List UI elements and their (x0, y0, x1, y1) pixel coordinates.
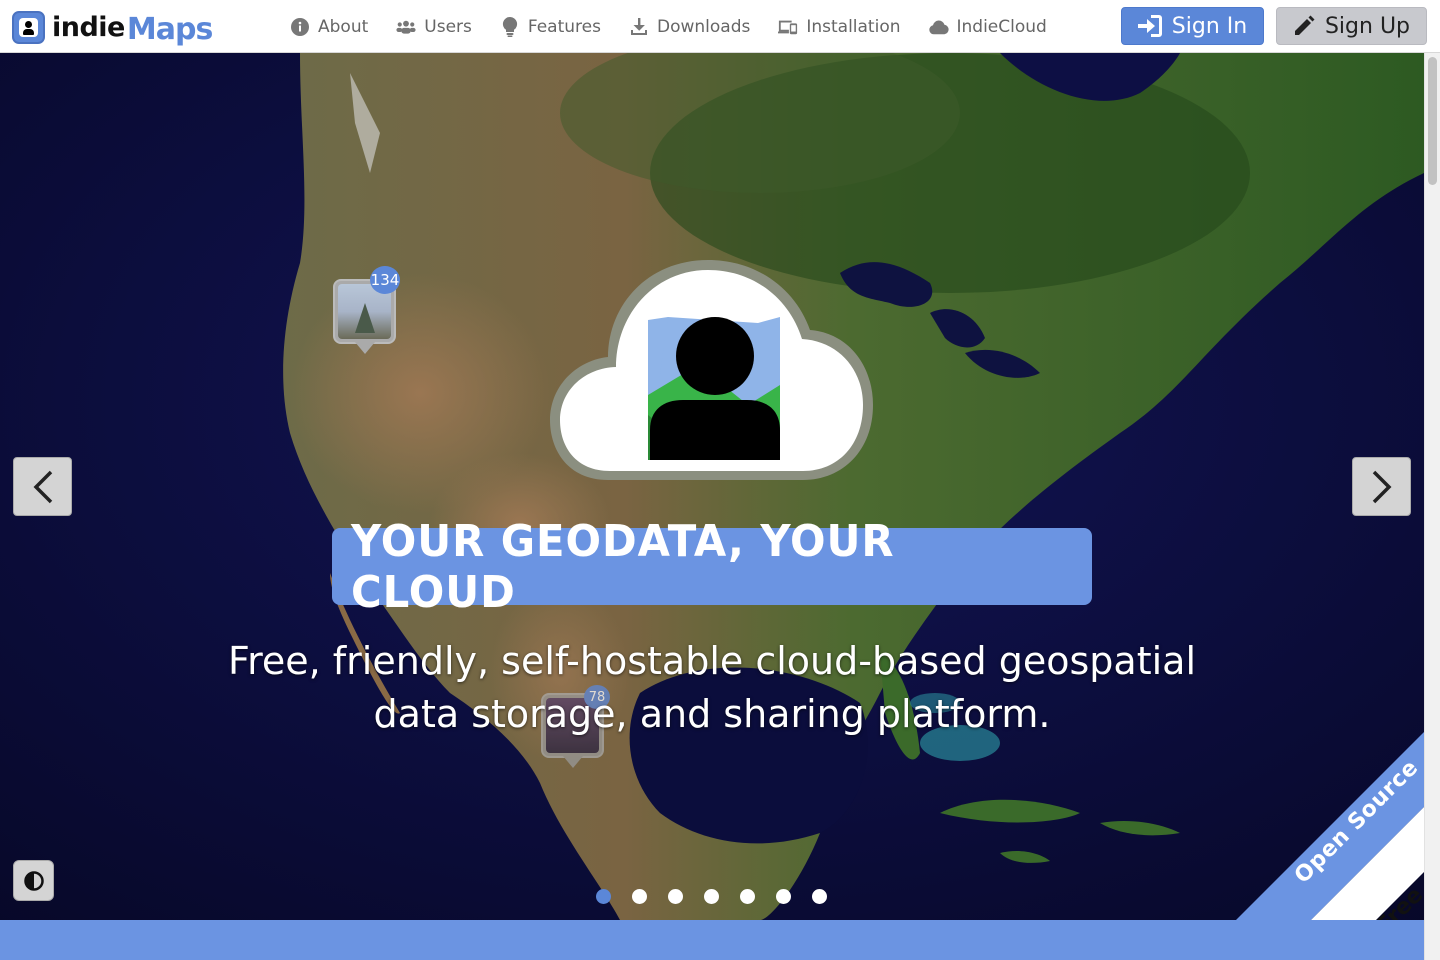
hero-subtitle-line-1: Free, friendly, self-hostable cloud-base… (228, 639, 1196, 683)
indiemaps-logo-icon (12, 10, 45, 44)
sign-up-label: Sign Up (1324, 13, 1411, 39)
nav-links: About Users Features Downloads Installat… (290, 0, 1075, 53)
nav-about[interactable]: About (290, 17, 368, 37)
nav-downloads[interactable]: Downloads (629, 17, 750, 37)
top-navbar: indie Maps About Users Features Download… (0, 0, 1440, 53)
theme-toggle-button[interactable] (13, 860, 54, 901)
contrast-icon (23, 870, 44, 891)
brand-name-part-2: Maps (126, 11, 213, 47)
pencil-icon (1294, 15, 1315, 35)
hero-carousel: 134 78 YOUR GEODATA, YOUR CLOUD Free, fr… (0, 53, 1424, 920)
marker-count-badge: 134 (370, 266, 400, 294)
carousel-indicator-7[interactable] (812, 889, 827, 904)
nav-indiecloud-label: IndieCloud (956, 16, 1047, 37)
users-icon (396, 17, 416, 37)
page-scrollbar[interactable] (1424, 53, 1440, 960)
hero-subtitle-line-2: data storage, and sharing platform. (373, 692, 1051, 736)
satellite-map-background (0, 53, 1424, 920)
sign-in-icon (1137, 15, 1162, 37)
hero-subtitle: Free, friendly, self-hostable cloud-base… (212, 635, 1212, 741)
hero-headline-banner: YOUR GEODATA, YOUR CLOUD (332, 516, 1092, 618)
nav-installation[interactable]: Installation (778, 16, 901, 37)
nav-users-label: Users (424, 16, 472, 37)
next-section-band (0, 920, 1424, 960)
nav-downloads-label: Downloads (656, 16, 751, 37)
map-photo-marker[interactable]: 134 (333, 266, 400, 361)
brand-name-part-1: indie (52, 11, 125, 43)
nav-indiecloud[interactable]: IndieCloud (928, 16, 1047, 37)
indiecloud-cloud-icon (550, 260, 873, 480)
nav-installation-label: Installation (806, 16, 901, 37)
info-circle-icon (290, 17, 310, 37)
devices-icon (778, 17, 798, 37)
corner-ribbon (1236, 732, 1424, 920)
carousel-indicator-5[interactable] (740, 889, 755, 904)
cloud-icon (928, 17, 949, 37)
carousel-indicator-6[interactable] (776, 889, 791, 904)
carousel-indicator-2[interactable] (632, 889, 647, 904)
carousel-next-button[interactable] (1352, 457, 1411, 516)
chevron-left-icon (33, 470, 52, 503)
download-icon (629, 17, 649, 37)
nav-about-label: About (318, 16, 369, 37)
sign-up-button[interactable]: Sign Up (1276, 7, 1427, 45)
carousel-indicators (596, 889, 848, 905)
sign-in-label: Sign In (1171, 13, 1248, 39)
chevron-right-icon (1372, 470, 1391, 503)
carousel-indicator-4[interactable] (704, 889, 719, 904)
sign-in-button[interactable]: Sign In (1121, 7, 1264, 45)
scrollbar-thumb[interactable] (1428, 57, 1437, 185)
carousel-prev-button[interactable] (13, 457, 72, 516)
nav-features-label: Features (527, 16, 601, 37)
nav-users[interactable]: Users (396, 17, 472, 37)
carousel-indicator-3[interactable] (668, 889, 683, 904)
hero-headline: YOUR GEODATA, YOUR CLOUD (351, 515, 895, 618)
lightbulb-icon (500, 16, 520, 37)
brand-logo-link[interactable]: indie Maps (12, 8, 213, 47)
nav-features[interactable]: Features (500, 16, 601, 37)
carousel-indicator-1[interactable] (596, 889, 611, 904)
